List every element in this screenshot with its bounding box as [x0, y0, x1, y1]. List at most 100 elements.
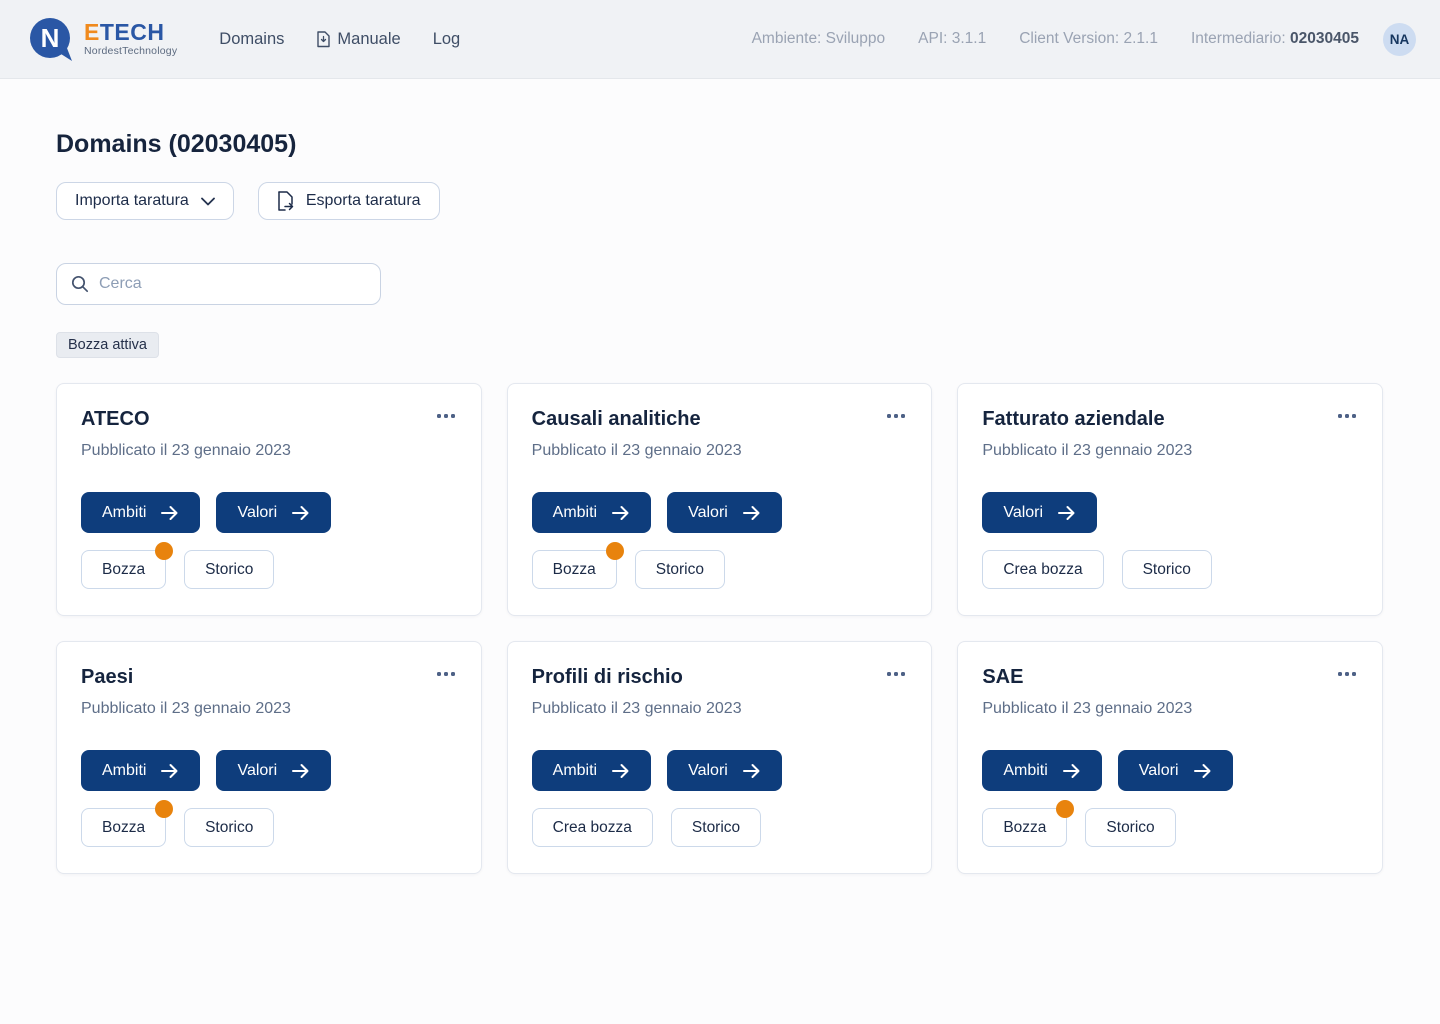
storico-button[interactable]: Storico — [1122, 550, 1212, 589]
published-date: Pubblicato il 23 gennaio 2023 — [532, 442, 908, 460]
ellipsis-menu-button[interactable] — [435, 408, 457, 424]
arrow-right-icon — [291, 505, 310, 521]
brand-tagline: NordestTechnology — [84, 46, 177, 57]
crea-bozza-button[interactable]: Crea bozza — [982, 550, 1103, 589]
nav-item-domains[interactable]: Domains — [219, 30, 284, 49]
storico-button[interactable]: Storico — [635, 550, 725, 589]
domain-card-fatturato-aziendale: Fatturato aziendale Pubblicato il 23 gen… — [957, 383, 1383, 616]
client-version-label: Client Version: 2.1.1 — [1019, 30, 1158, 48]
app-header: N ETECH NordestTechnology Domains Manual… — [0, 0, 1440, 79]
nav-item-log[interactable]: Log — [433, 30, 461, 49]
export-button-label: Esporta taratura — [306, 192, 421, 210]
arrow-right-icon — [742, 763, 761, 779]
intermediario-value: 02030405 — [1290, 30, 1359, 47]
file-export-icon — [277, 191, 294, 211]
card-header: ATECO — [81, 408, 457, 431]
card-title: Causali analitiche — [532, 408, 701, 431]
domain-card-profili-di-rischio: Profili di rischio Pubblicato il 23 genn… — [507, 641, 933, 874]
card-title: ATECO — [81, 408, 150, 431]
card-header: SAE — [982, 666, 1358, 689]
draft-active-legend-chip: Bozza attiva — [56, 332, 159, 358]
arrow-right-icon — [742, 505, 761, 521]
ellipsis-menu-button[interactable] — [1336, 408, 1358, 424]
secondary-actions: Bozza Storico — [982, 808, 1358, 847]
valori-button[interactable]: Valori — [216, 492, 331, 533]
avatar-initials: NA — [1390, 32, 1410, 47]
storico-button[interactable]: Storico — [1085, 808, 1175, 847]
crea-bozza-button[interactable]: Crea bozza — [532, 808, 653, 847]
valori-button[interactable]: Valori — [982, 492, 1097, 533]
primary-actions: Ambiti Valori — [81, 750, 457, 791]
orange-dot-badge — [155, 800, 173, 818]
nav-item-manuale[interactable]: Manuale — [316, 30, 400, 49]
arrow-right-icon — [291, 763, 310, 779]
ellipsis-menu-button[interactable] — [1336, 666, 1358, 682]
ellipsis-icon — [887, 414, 891, 418]
ambiti-button-label: Ambiti — [102, 504, 146, 522]
ellipsis-menu-button[interactable] — [435, 666, 457, 682]
ellipsis-icon — [437, 672, 441, 676]
environment-info: Ambiente: Sviluppo API: 3.1.1 Client Ver… — [752, 30, 1359, 48]
valori-button[interactable]: Valori — [667, 492, 782, 533]
brand-text: ETECH NordestTechnology — [84, 21, 177, 57]
brand-accent-letter: E — [84, 19, 100, 45]
search-container — [56, 263, 381, 305]
ambiti-button[interactable]: Ambiti — [532, 750, 651, 791]
ellipsis-menu-button[interactable] — [885, 408, 907, 424]
ambiti-button-label: Ambiti — [1003, 762, 1047, 780]
bozza-button[interactable]: Bozza — [532, 550, 617, 589]
netech-emblem-icon: N — [27, 16, 77, 62]
domain-card-paesi: Paesi Pubblicato il 23 gennaio 2023 Ambi… — [56, 641, 482, 874]
ambiti-button[interactable]: Ambiti — [81, 750, 200, 791]
secondary-actions: Crea bozza Storico — [532, 808, 908, 847]
ambiente-label: Ambiente: Sviluppo — [752, 30, 886, 48]
ambiti-button[interactable]: Ambiti — [982, 750, 1101, 791]
secondary-actions: Bozza Storico — [81, 808, 457, 847]
import-taratura-button[interactable]: Importa taratura — [56, 182, 234, 220]
storico-button[interactable]: Storico — [184, 550, 274, 589]
bozza-button[interactable]: Bozza — [81, 808, 166, 847]
main-nav: Domains Manuale Log — [219, 30, 460, 49]
ellipsis-menu-button[interactable] — [885, 666, 907, 682]
main-content: Domains (02030405) Importa taratura Espo… — [0, 130, 1440, 874]
brand-logo[interactable]: N ETECH NordestTechnology — [27, 16, 177, 62]
export-taratura-button[interactable]: Esporta taratura — [258, 182, 440, 220]
valori-button[interactable]: Valori — [667, 750, 782, 791]
user-avatar[interactable]: NA — [1383, 23, 1416, 56]
card-title: Paesi — [81, 666, 133, 689]
card-header: Causali analitiche — [532, 408, 908, 431]
published-date: Pubblicato il 23 gennaio 2023 — [532, 700, 908, 718]
card-header: Paesi — [81, 666, 457, 689]
nav-domains-label: Domains — [219, 30, 284, 49]
storico-button[interactable]: Storico — [671, 808, 761, 847]
primary-actions: Ambiti Valori — [532, 750, 908, 791]
storico-button[interactable]: Storico — [184, 808, 274, 847]
published-date: Pubblicato il 23 gennaio 2023 — [81, 700, 457, 718]
valori-button[interactable]: Valori — [216, 750, 331, 791]
bozza-button[interactable]: Bozza — [81, 550, 166, 589]
valori-button[interactable]: Valori — [1118, 750, 1233, 791]
domain-card-ateco: ATECO Pubblicato il 23 gennaio 2023 Ambi… — [56, 383, 482, 616]
valori-button-label: Valori — [688, 762, 728, 780]
bozza-button[interactable]: Bozza — [982, 808, 1067, 847]
secondary-actions: Bozza Storico — [532, 550, 908, 589]
ambiti-button[interactable]: Ambiti — [81, 492, 200, 533]
secondary-actions: Crea bozza Storico — [982, 550, 1358, 589]
domain-card-sae: SAE Pubblicato il 23 gennaio 2023 Ambiti… — [957, 641, 1383, 874]
published-date: Pubblicato il 23 gennaio 2023 — [982, 700, 1358, 718]
arrow-right-icon — [1057, 505, 1076, 521]
card-title: SAE — [982, 666, 1023, 689]
api-version-label: API: 3.1.1 — [918, 30, 986, 48]
toolbar: Importa taratura Esporta taratura — [56, 182, 1383, 220]
cards-grid: ATECO Pubblicato il 23 gennaio 2023 Ambi… — [56, 383, 1383, 874]
ambiti-button[interactable]: Ambiti — [532, 492, 651, 533]
page-title: Domains (02030405) — [56, 130, 1383, 159]
ellipsis-icon — [887, 672, 891, 676]
arrow-right-icon — [611, 505, 630, 521]
primary-actions: Ambiti Valori — [532, 492, 908, 533]
search-input[interactable] — [56, 263, 381, 305]
secondary-actions: Bozza Storico — [81, 550, 457, 589]
brand-rest: TECH — [100, 19, 165, 45]
primary-actions: Ambiti Valori — [81, 492, 457, 533]
arrow-right-icon — [611, 763, 630, 779]
